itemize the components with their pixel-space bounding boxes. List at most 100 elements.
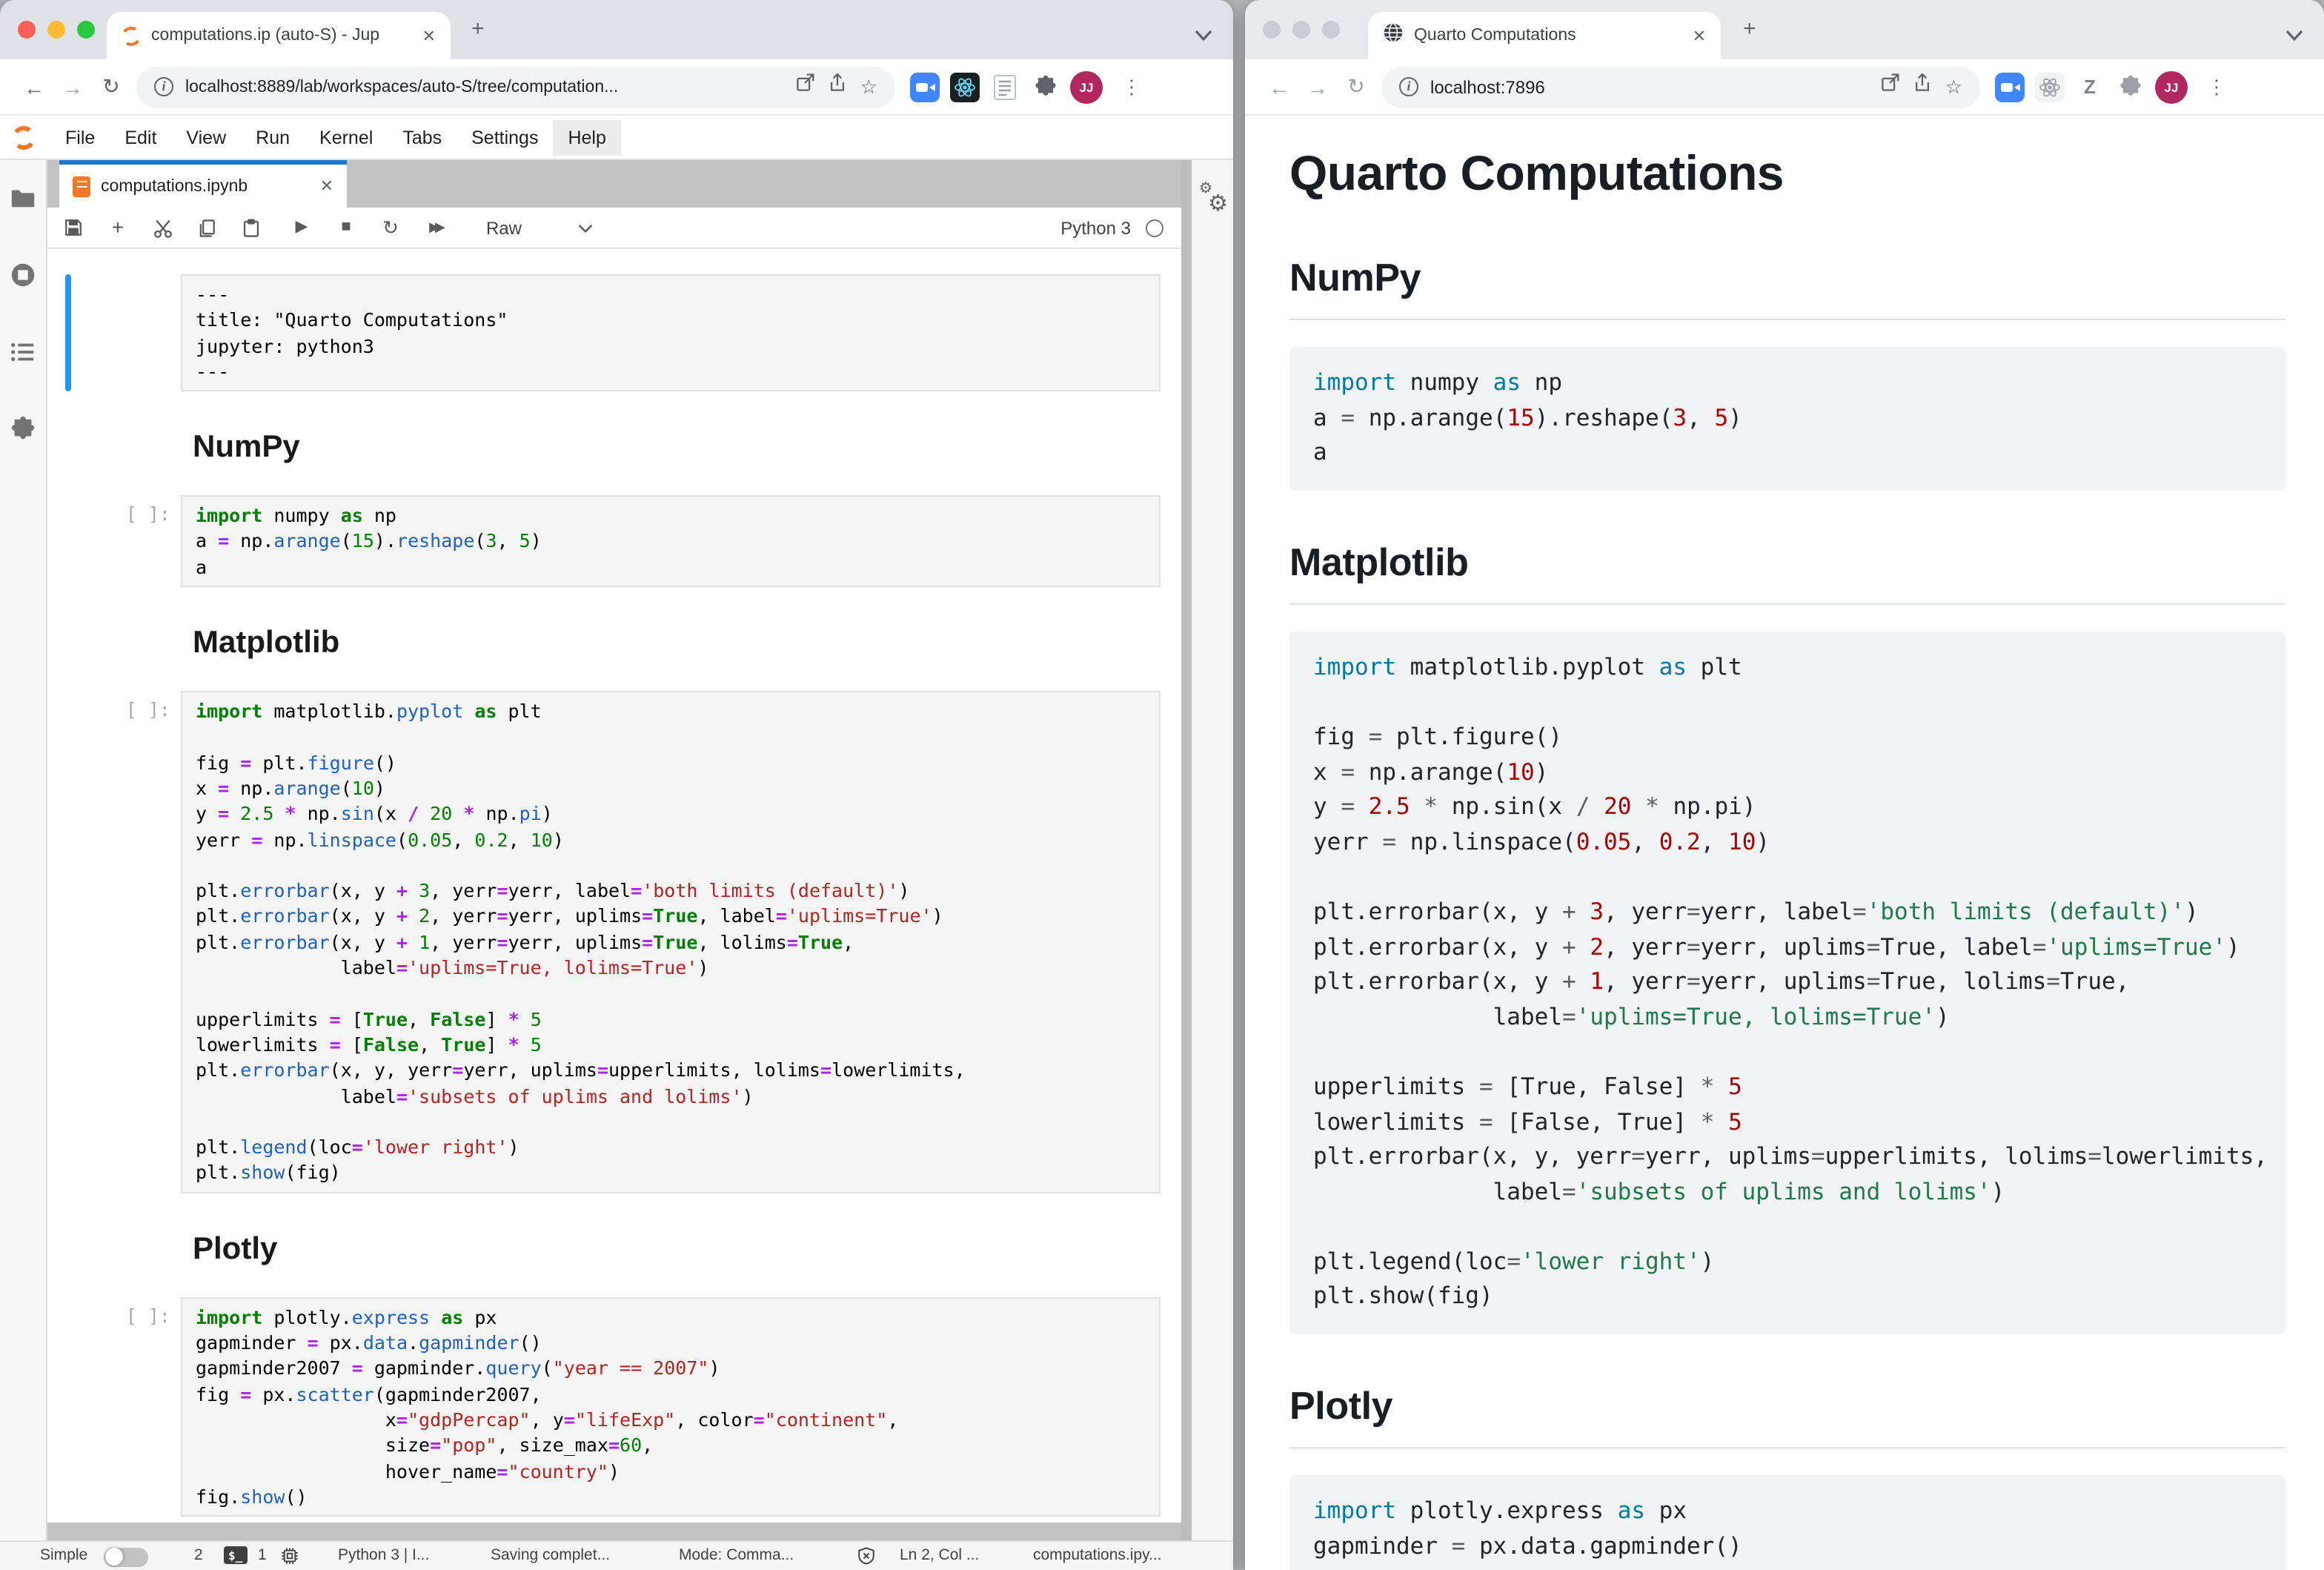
react-devtools-extension-icon[interactable]	[2035, 72, 2065, 102]
code-cell[interactable]: [ ]:import plotly.express as pxgapminder…	[47, 1296, 1181, 1517]
zoom-window-button[interactable]	[1322, 21, 1340, 39]
close-window-button[interactable]	[1263, 21, 1281, 39]
tab-search-chevron-icon[interactable]	[1195, 22, 1212, 49]
forward-icon[interactable]: →	[1298, 75, 1337, 99]
table-of-contents-icon[interactable]	[9, 338, 37, 366]
copy-cells-button[interactable]	[196, 217, 218, 238]
tab-close-icon[interactable]: ✕	[1693, 26, 1706, 45]
open-in-new-icon[interactable]	[795, 73, 816, 101]
browser-menu-icon[interactable]: ⋮	[2207, 75, 2226, 99]
cell-editor[interactable]: import numpy as npa = np.arange(15).resh…	[181, 495, 1161, 587]
code-cell[interactable]: [ ]:import matplotlib.pyplot as plt fig …	[47, 691, 1181, 1193]
puzzle-extensions-icon[interactable]	[2115, 72, 2145, 102]
cell-execution-prompt	[71, 274, 181, 391]
new-tab-button[interactable]: +	[1743, 19, 1756, 40]
file-browser-icon[interactable]	[9, 184, 37, 212]
back-icon[interactable]: ←	[1260, 75, 1298, 99]
jupyter-menubar: File Edit View Run Kernel Tabs Settings …	[0, 116, 1233, 160]
running-kernels-icon[interactable]	[9, 261, 37, 289]
restart-kernel-button[interactable]: ↻	[379, 216, 402, 239]
run-cell-button[interactable]: ▶	[290, 216, 313, 239]
cell-collapser[interactable]	[65, 1296, 71, 1517]
address-bar[interactable]: i localhost:8889/lab/workspaces/auto-S/t…	[136, 66, 895, 107]
address-bar[interactable]: i localhost:7896 ☆	[1381, 66, 1980, 107]
extension-manager-icon[interactable]	[9, 415, 37, 443]
markdown-cell-heading[interactable]: Plotly	[193, 1231, 1181, 1267]
cell-editor[interactable]: import plotly.express as pxgapminder = p…	[181, 1296, 1161, 1517]
zoom-window-button[interactable]	[77, 21, 95, 39]
cell-type-chevron-icon[interactable]	[578, 214, 593, 241]
terminal-count[interactable]: 2	[194, 1546, 203, 1564]
simple-mode-toggle[interactable]	[104, 1547, 148, 1566]
cursor-position[interactable]: Ln 2, Col ...	[900, 1546, 979, 1564]
menu-help[interactable]: Help	[553, 119, 620, 155]
bookmark-star-icon[interactable]: ☆	[1945, 75, 1962, 99]
markdown-cell-heading[interactable]: NumPy	[193, 430, 1181, 466]
bookmark-star-icon[interactable]: ☆	[860, 75, 877, 99]
insert-cell-button[interactable]: +	[107, 216, 129, 239]
kernel-status-text[interactable]: Python 3 | I...	[338, 1546, 429, 1564]
open-in-new-icon[interactable]	[1880, 73, 1901, 101]
react-devtools-extension-icon[interactable]	[950, 72, 980, 102]
site-info-icon[interactable]: i	[154, 77, 173, 96]
code-cell[interactable]: [ ]:import numpy as npa = np.arange(15).…	[47, 495, 1181, 587]
forward-icon[interactable]: →	[53, 75, 92, 99]
new-tab-button[interactable]: +	[471, 19, 485, 40]
notebook-toolbar: + ▶ ■ ↻ ▶▶ Raw	[47, 208, 1181, 249]
tab-title: computations.ip (auto-S) - Jup	[151, 27, 412, 44]
cell-editor[interactable]: import matplotlib.pyplot as plt fig = pl…	[181, 691, 1161, 1193]
cell-collapser[interactable]	[65, 274, 71, 391]
video-call-extension-icon[interactable]	[910, 72, 940, 102]
menu-run[interactable]: Run	[241, 119, 305, 155]
close-window-button[interactable]	[18, 21, 36, 39]
kernel-count[interactable]: 1	[258, 1546, 267, 1564]
cell-type-dropdown[interactable]: Raw	[486, 217, 522, 238]
notebook-tab-close-icon[interactable]: ✕	[320, 176, 333, 196]
back-icon[interactable]: ←	[15, 75, 53, 99]
dock-bottom-strip	[47, 1523, 1181, 1540]
section-heading: Plotly	[1289, 1383, 2285, 1448]
reload-icon[interactable]: ↻	[92, 74, 130, 99]
minimize-window-button[interactable]	[1292, 21, 1310, 39]
puzzle-extensions-icon[interactable]	[1030, 72, 1060, 102]
notebook-file-tab[interactable]: computations.ipynb ✕	[59, 160, 347, 208]
profile-avatar[interactable]: JJ	[2155, 70, 2188, 103]
site-info-icon[interactable]: i	[1399, 77, 1418, 96]
z-extension-icon[interactable]: Z	[2075, 72, 2105, 102]
profile-avatar[interactable]: JJ	[1070, 70, 1103, 103]
cell-collapser[interactable]	[65, 495, 71, 587]
cell-editor[interactable]: ---title: "Quarto Computations"jupyter: …	[181, 274, 1161, 391]
document-extension-icon[interactable]	[990, 72, 1020, 102]
markdown-cell-heading[interactable]: Matplotlib	[193, 626, 1181, 661]
minimize-window-button[interactable]	[47, 21, 65, 39]
menu-tabs[interactable]: Tabs	[388, 119, 456, 155]
menu-settings[interactable]: Settings	[456, 119, 553, 155]
tab-close-icon[interactable]: ✕	[422, 26, 436, 45]
kernel-name-button[interactable]: Python 3	[1060, 217, 1131, 238]
command-mode-indicator[interactable]: Mode: Comma...	[679, 1546, 794, 1564]
menu-view[interactable]: View	[171, 119, 241, 155]
menu-kernel[interactable]: Kernel	[305, 119, 388, 155]
tab-search-chevron-icon[interactable]	[2285, 22, 2303, 49]
browser-tab[interactable]: computations.ip (auto-S) - Jup ✕	[107, 12, 451, 59]
paste-cells-button[interactable]	[240, 217, 262, 238]
quarto-browser-window: Quarto Computations ✕ + ← → ↻ i localhos…	[1245, 0, 2324, 1570]
tab-title: Quarto Computations	[1414, 27, 1682, 44]
cell-collapser[interactable]	[65, 691, 71, 1193]
video-call-extension-icon[interactable]	[1995, 72, 2025, 102]
kernel-status-icon[interactable]	[1146, 219, 1163, 236]
share-icon[interactable]	[828, 73, 849, 101]
terminal-icon: $_	[224, 1546, 247, 1564]
share-icon[interactable]	[1913, 73, 1933, 101]
restart-run-all-button[interactable]: ▶▶	[424, 216, 446, 239]
browser-tab[interactable]: Quarto Computations ✕	[1368, 12, 1721, 59]
interrupt-kernel-button[interactable]: ■	[335, 216, 357, 239]
browser-menu-icon[interactable]: ⋮	[1122, 75, 1141, 99]
raw-cell[interactable]: ---title: "Quarto Computations"jupyter: …	[47, 274, 1181, 391]
menu-edit[interactable]: Edit	[110, 119, 171, 155]
menu-file[interactable]: File	[50, 119, 110, 155]
cut-cells-button[interactable]	[151, 217, 173, 238]
reload-icon[interactable]: ↻	[1337, 74, 1375, 99]
save-button[interactable]	[62, 218, 84, 237]
code-block: import matplotlib.pyplot as plt fig = pl…	[1289, 632, 2285, 1335]
